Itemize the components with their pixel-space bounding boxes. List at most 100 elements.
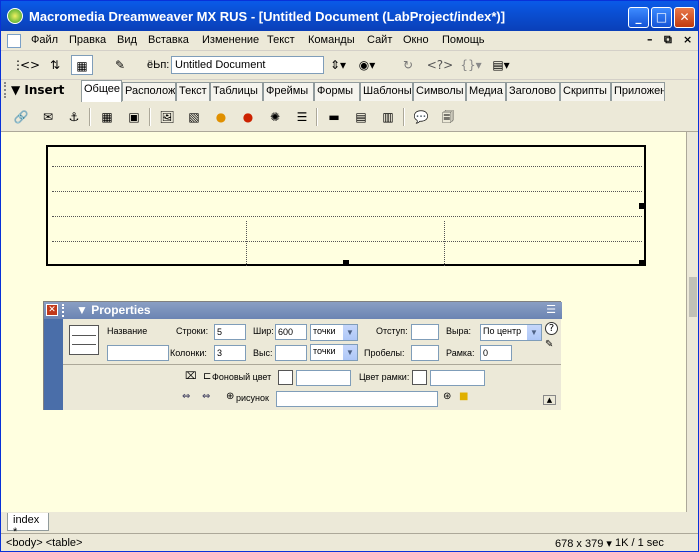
collapse-panel-icon[interactable]: ▲ [543,395,556,405]
tab-tables[interactable]: Таблицы [210,82,263,101]
folder-icon[interactable]: ■ [459,391,468,402]
quick-tag-editor-icon[interactable]: ✎ [545,339,553,350]
insert-heading[interactable]: ▼ Insert [11,83,64,97]
menu-edit[interactable]: Правка [69,34,106,46]
document-toolbar: ⋮ <> ⇅ ▦ ✎ ёЬп: ⇕▾ ◉▾ ↻ <?> {}▾ ▤▾ [1,52,698,80]
named-anchor-icon[interactable]: ⚓ [64,107,84,127]
email-link-icon[interactable]: ✉ [38,107,58,127]
table-name-input[interactable] [107,345,169,361]
bgcolor-swatch[interactable] [278,370,293,385]
fireworks-html-icon[interactable]: ▧ [184,107,204,127]
menu-insert[interactable]: Вставка [148,34,189,46]
live-data-icon[interactable]: ✎ [109,55,131,75]
code-view-icon[interactable]: <> [19,55,41,75]
doc-restore-button[interactable]: ⧉ [664,33,672,47]
document-icon[interactable] [7,34,21,48]
tab-media[interactable]: Медиа [466,82,506,101]
properties-header[interactable]: ✕ ▼ Properties ☰ [44,302,562,319]
align-select[interactable]: По центр ▼ [480,324,542,341]
menu-text[interactable]: Текст [267,34,295,46]
code-navigation-icon[interactable]: {}▾ [460,55,482,75]
bgimage-input[interactable] [276,391,438,407]
tab-layout[interactable]: Располож [122,82,176,101]
navigation-bar-icon[interactable]: ☰ [292,107,312,127]
resize-handle-right[interactable] [639,203,645,209]
selected-table[interactable] [46,145,646,266]
tab-characters[interactable]: Символы [413,82,466,101]
tag-selector[interactable]: <body> <table> [6,537,82,549]
height-unit-select[interactable]: точки ▼ [310,344,358,361]
horizontal-rule-icon[interactable]: ▬ [324,107,344,127]
split-view-icon[interactable]: ⇅ [44,55,66,75]
panel-grip[interactable] [62,304,67,317]
dreamweaver-app-icon[interactable] [7,8,23,24]
document-tab[interactable]: index * [7,513,49,538]
cellspace-input[interactable] [411,345,439,361]
tab-script[interactable]: Скрипты [560,82,611,101]
tab-application[interactable]: Приложен [611,82,665,101]
doc-close-button[interactable]: × [683,33,692,46]
tab-forms[interactable]: Формы [314,82,360,101]
help-icon[interactable]: ? [545,322,558,335]
menu-window[interactable]: Окно [403,34,429,46]
window-size[interactable]: 678 x 379 ▾ [555,537,612,550]
document-title-input[interactable] [171,56,324,74]
shockwave-icon[interactable]: ● [238,107,258,127]
width-input[interactable] [275,324,307,340]
hyperlink-icon[interactable]: 🔗 [11,107,31,127]
table-icon[interactable]: ▦ [97,107,117,127]
menu-file[interactable]: Файл [31,34,58,46]
chevron-down-icon: ▼ [343,325,357,340]
rollover-image-icon[interactable]: ✺ [265,107,285,127]
tabular-data-icon[interactable]: ▥ [378,107,398,127]
width-unit-select[interactable]: точки ▼ [310,324,358,341]
email-form-icon[interactable]: 🗐 [438,107,458,127]
close-button[interactable]: ✕ [674,7,695,28]
date-icon[interactable]: ▤ [351,107,371,127]
doc-minimize-button[interactable]: – [647,33,653,46]
preview-browser-icon[interactable]: ◉▾ [356,55,378,75]
menu-help[interactable]: Помощь [442,34,485,46]
percent-convert-icon[interactable]: ⇔ [202,391,210,402]
tab-text[interactable]: Текст [176,82,210,101]
bordercolor-input[interactable] [430,370,485,386]
scrollbar-thumb[interactable] [689,277,697,317]
point-to-file-icon[interactable]: ⊛ [443,391,451,402]
menu-view[interactable]: Вид [117,34,137,46]
height-input[interactable] [275,345,307,361]
bordercolor-swatch[interactable] [412,370,427,385]
layer-icon[interactable]: ▣ [124,107,144,127]
panel-options-icon[interactable]: ☰ [546,303,556,316]
table-name-label: Название [107,326,148,336]
minimize-button[interactable]: _ [628,7,649,28]
rows-input[interactable] [214,324,246,340]
cols-input[interactable] [214,345,246,361]
reference-icon[interactable]: <?> [425,55,455,75]
menu-commands[interactable]: Команды [308,34,355,46]
cellpad-input[interactable] [411,324,439,340]
tab-templates[interactable]: Шаблоны [360,82,413,101]
resize-handle-corner[interactable] [639,260,645,266]
bgcolor-input[interactable] [296,370,351,386]
maximize-button[interactable]: □ [651,7,672,28]
panel-close-icon[interactable]: ✕ [46,304,58,316]
width-label: Шир: [253,326,274,336]
tab-head[interactable]: Заголово [506,82,560,101]
image-icon[interactable]: 🖼 [157,107,177,127]
comment-icon[interactable]: 💬 [411,107,431,127]
clear-sizes-icon[interactable]: ⌧ [185,371,197,382]
file-management-icon[interactable]: ⇕▾ [327,55,349,75]
menu-site[interactable]: Сайт [367,34,392,46]
view-options-icon[interactable]: ▤▾ [490,55,512,75]
menu-modify[interactable]: Изменение [202,34,259,46]
tab-frames[interactable]: Фреймы [263,82,314,101]
resize-handle-bottom[interactable] [343,260,349,266]
px-convert-icon[interactable]: ⇔ [182,391,190,402]
flash-icon[interactable]: ● [211,107,231,127]
refresh-icon[interactable]: ↻ [397,55,419,75]
border-input[interactable] [480,345,512,361]
tab-common[interactable]: Общее [81,80,122,102]
design-view-icon[interactable]: ▦ [71,55,93,75]
vertical-scrollbar[interactable] [686,132,698,512]
insert-grip[interactable] [4,82,8,98]
